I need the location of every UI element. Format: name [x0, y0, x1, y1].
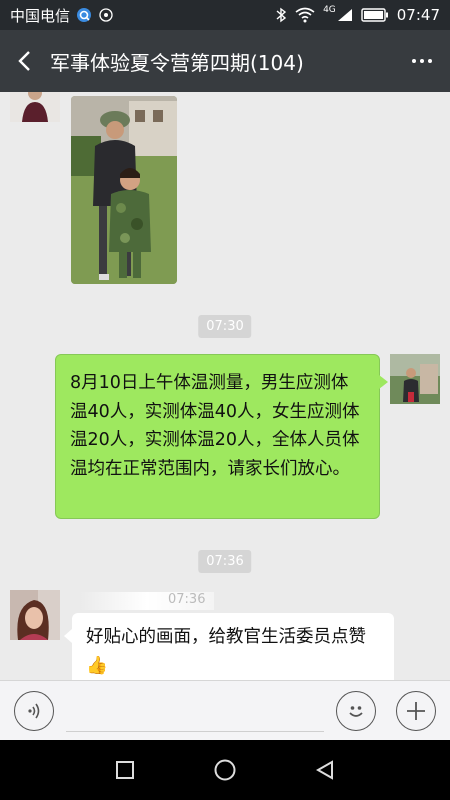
- chat-header: 军事体验夏令营第四期(104): [0, 30, 450, 92]
- emoji-button[interactable]: [336, 691, 376, 731]
- plus-icon: [407, 702, 425, 720]
- recents-button[interactable]: [110, 755, 140, 785]
- photo-image: [71, 96, 177, 284]
- input-bar: [0, 680, 450, 740]
- back-nav-button[interactable]: [310, 755, 340, 785]
- more-functions-button[interactable]: [396, 691, 436, 731]
- bluetooth-icon: [275, 7, 287, 23]
- voice-icon: [28, 703, 40, 719]
- sync-icon: [98, 7, 114, 23]
- chat-title: 军事体验夏令营第四期(104): [50, 50, 304, 75]
- home-button[interactable]: [210, 755, 240, 785]
- message-list[interactable]: 07:30 8月10日上午体温测量，男生应测体温40人，实测体温40人，女生应测…: [0, 92, 450, 680]
- carrier-label: 中国电信: [10, 6, 71, 25]
- sender-avatar[interactable]: [10, 590, 60, 640]
- timestamp: 07:30: [198, 315, 252, 338]
- back-arrow-icon: [18, 51, 30, 71]
- timestamp: 07:36: [198, 550, 252, 573]
- more-dots-icon: [412, 59, 416, 63]
- cellular-signal-icon: 4G: [323, 5, 353, 22]
- network-type-label: 4G: [323, 5, 336, 15]
- battery-icon: [361, 8, 389, 22]
- q-badge-icon: [76, 7, 92, 23]
- emoji-icon: [349, 706, 363, 717]
- circle-icon: [214, 759, 236, 781]
- status-bar: 中国电信 4G 07:47: [0, 0, 450, 30]
- photo-message[interactable]: [71, 96, 177, 284]
- my-avatar[interactable]: [390, 354, 440, 404]
- wifi-icon: [295, 7, 315, 23]
- quoted-time: 07:36: [80, 592, 214, 610]
- triangle-back-icon: [315, 760, 333, 780]
- back-button[interactable]: [0, 30, 48, 92]
- incoming-message[interactable]: 好贴心的画面，给教官生活委员点赞👍: [64, 613, 394, 680]
- square-icon: [116, 761, 134, 779]
- clock: 07:47: [396, 6, 440, 24]
- more-button[interactable]: [394, 30, 450, 92]
- system-nav-bar: [0, 740, 450, 800]
- sender-avatar[interactable]: [10, 92, 60, 122]
- message-input[interactable]: [66, 731, 324, 732]
- outgoing-message[interactable]: 8月10日上午体温测量，男生应测体温40人，实测体温40人，女生应测体温20人，…: [55, 354, 388, 519]
- voice-button[interactable]: [14, 691, 54, 731]
